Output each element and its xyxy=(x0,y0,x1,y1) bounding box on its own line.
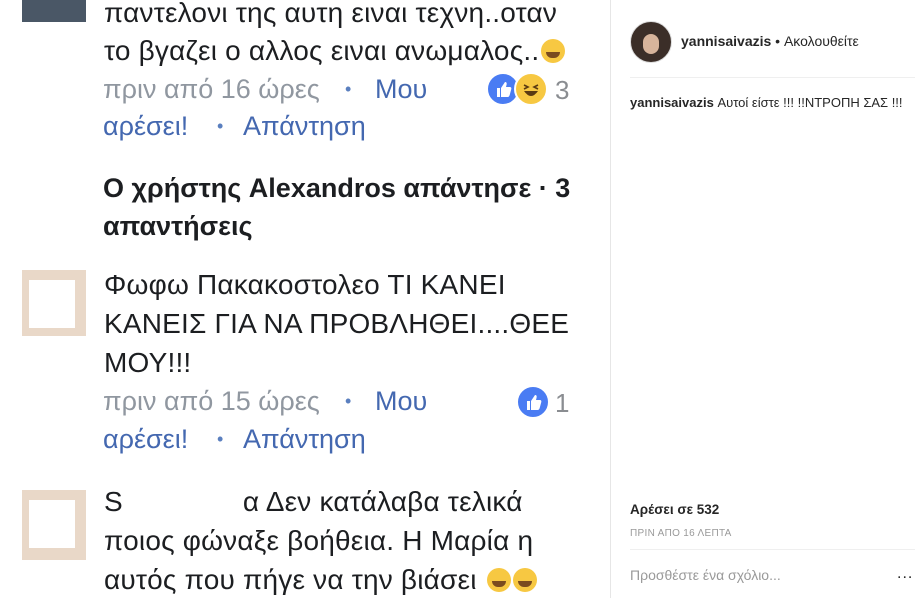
comment1-reply-link[interactable]: Απάντηση xyxy=(243,108,366,144)
comment2-dot2: • xyxy=(217,429,224,449)
screenshot-image: παντελονι της αυτη ειναι τεχνη..οταν το … xyxy=(0,0,610,598)
comment3-author-initial: S xyxy=(104,486,123,517)
like-reaction-icon xyxy=(516,385,550,419)
following-button[interactable]: Ακολουθείτε xyxy=(784,33,859,49)
comment2-line2: ΚΑΝΕΙΣ ΓΙΑ ΝΑ ΠΡΟΒΛΗΘΕΙ....ΘΕΕ xyxy=(104,308,570,339)
more-options-icon[interactable]: ... xyxy=(897,565,913,583)
post-caption: yannisaivazis Αυτοί είστε !!! !!ΝΤΡΟΠΗ Σ… xyxy=(630,94,905,111)
comment3-line1: Sα Δεν κατάλαβα τελικά xyxy=(104,486,523,517)
comment1-line2: το βγαζει ο αλλος ειναι ανωμαλος.. xyxy=(104,32,566,70)
haha-reaction-icon xyxy=(514,72,548,106)
username-link[interactable]: yannisaivazis xyxy=(681,33,771,49)
comment2-like-link-cont[interactable]: αρέσει! xyxy=(103,421,188,457)
comment-input[interactable]: Προσθέστε ένα σχόλιο... xyxy=(630,567,781,583)
laughing-emoji-icon xyxy=(541,39,566,63)
post-timestamp: ΠΡΙΝ ΑΠΟ 16 ΛΕΠΤΑ xyxy=(630,528,732,539)
comment1-dot1: • xyxy=(345,79,352,99)
laughing-emoji-icon xyxy=(486,568,511,592)
comment3-line3: αυτός που πήγε να την βιάσει xyxy=(104,561,537,598)
instagram-sidebar: yannisaivazis • Ακολουθείτε yannisaivazi… xyxy=(611,0,915,598)
view-replies-link-cont[interactable]: απαντήσεις xyxy=(103,207,253,245)
comment-divider xyxy=(630,549,915,550)
comment1-like-link-cont[interactable]: αρέσει! xyxy=(103,108,188,144)
view-replies-link[interactable]: Ο χρήστης Alexandros απάντησε · 3 xyxy=(103,169,570,207)
comment2-reaction-count: 1 xyxy=(555,388,570,418)
comment2-line1: Φωφω Πακακοστολεο ΤΙ ΚΑΝΕΙ xyxy=(104,269,506,300)
header-divider xyxy=(630,77,915,78)
profile-avatar[interactable] xyxy=(630,21,672,63)
laughing-emoji-icon xyxy=(512,568,537,592)
avatar-comment3 xyxy=(22,490,86,560)
comment2-reply-link[interactable]: Απάντηση xyxy=(243,421,366,457)
comment3-line2: ποιος φώναξε βοήθεια. Η Μαρία η xyxy=(104,525,534,556)
follow-separator: • xyxy=(775,33,781,49)
comment2-time: πριν από 15 ώρες xyxy=(103,386,320,416)
comment2-like-link[interactable]: Μου xyxy=(375,383,427,419)
comment2-line3: ΜΟΥ!!! xyxy=(104,347,192,378)
caption-username[interactable]: yannisaivazis xyxy=(630,95,714,110)
comment1-line1: παντελονι της αυτη ειναι τεχνη..οταν xyxy=(104,0,558,28)
comment1-dot2: • xyxy=(217,116,224,136)
likes-count[interactable]: Αρέσει σε 532 xyxy=(630,502,719,517)
avatar-top xyxy=(22,0,86,22)
comment2-dot1: • xyxy=(345,391,352,411)
comment1-like-link[interactable]: Μου xyxy=(375,71,427,107)
comment1-time: πριν από 16 ώρες xyxy=(103,74,320,104)
post-header: yannisaivazis • Ακολουθείτε xyxy=(681,33,859,49)
avatar-comment2 xyxy=(22,270,86,336)
caption-text: Αυτοί είστε !!! !!ΝΤΡΟΠΗ ΣΑΣ !!! xyxy=(717,95,903,110)
comment1-reaction-count: 3 xyxy=(555,75,570,105)
